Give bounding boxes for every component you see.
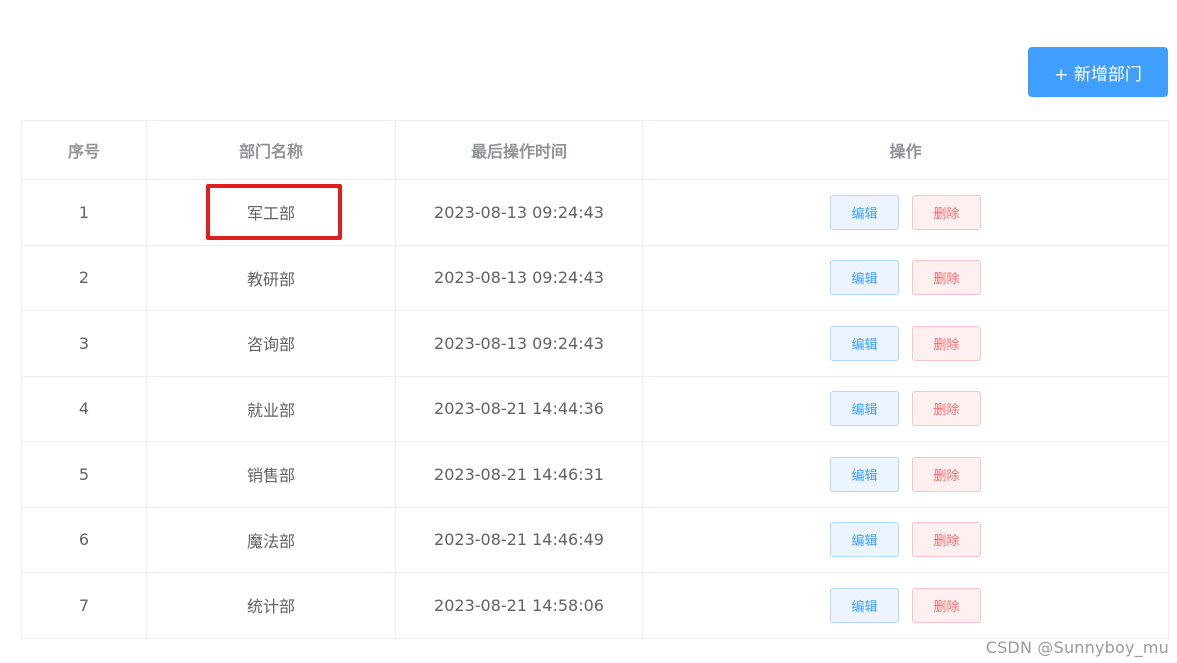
table-row: 5 销售部 2023-08-21 14:46:31 编辑 删除 — [21, 441, 1169, 508]
row-index: 1 — [21, 179, 147, 246]
actions-cell: 编辑 删除 — [642, 310, 1169, 377]
edit-button[interactable]: 编辑 — [830, 522, 899, 558]
department-name: 军工部 — [246, 204, 295, 224]
actions-cell: 编辑 删除 — [642, 441, 1169, 508]
last-operation-time: 2023-08-13 09:24:43 — [395, 244, 643, 311]
last-operation-time: 2023-08-13 09:24:43 — [395, 179, 643, 246]
last-operation-time: 2023-08-21 14:44:36 — [395, 375, 643, 442]
department-name: 教研部 — [146, 244, 396, 311]
column-header-index: 序号 — [21, 120, 147, 180]
last-operation-time: 2023-08-21 14:46:31 — [395, 441, 643, 508]
row-index: 2 — [21, 244, 147, 311]
edit-button[interactable]: 编辑 — [830, 194, 899, 230]
delete-button[interactable]: 删除 — [912, 456, 981, 492]
row-index: 5 — [21, 441, 147, 508]
actions-cell: 编辑 删除 — [642, 179, 1169, 246]
department-table: 序号 部门名称 最后操作时间 操作 1 军工部 2023-08-13 09:24… — [21, 120, 1169, 639]
csdn-watermark: CSDN @Sunnyboy_mu — [985, 638, 1169, 657]
delete-button[interactable]: 删除 — [912, 391, 981, 427]
column-header-actions: 操作 — [642, 120, 1169, 180]
department-name: 就业部 — [146, 375, 396, 442]
last-operation-time: 2023-08-13 09:24:43 — [395, 310, 643, 377]
table-row: 1 军工部 2023-08-13 09:24:43 编辑 删除 — [21, 179, 1169, 246]
delete-button[interactable]: 删除 — [912, 325, 981, 361]
delete-button[interactable]: 删除 — [912, 194, 981, 230]
row-index: 4 — [21, 375, 147, 442]
delete-button[interactable]: 删除 — [912, 260, 981, 296]
delete-button[interactable]: 删除 — [912, 587, 981, 623]
department-name: 销售部 — [146, 441, 396, 508]
actions-cell: 编辑 删除 — [642, 506, 1169, 573]
edit-button[interactable]: 编辑 — [830, 391, 899, 427]
last-operation-time: 2023-08-21 14:58:06 — [395, 572, 643, 639]
row-index: 3 — [21, 310, 147, 377]
edit-button[interactable]: 编辑 — [830, 456, 899, 492]
department-name: 咨询部 — [146, 310, 396, 377]
column-header-time: 最后操作时间 — [395, 120, 643, 180]
actions-cell: 编辑 删除 — [642, 375, 1169, 442]
table-header-row: 序号 部门名称 最后操作时间 操作 — [21, 120, 1169, 180]
table-row: 6 魔法部 2023-08-21 14:46:49 编辑 删除 — [21, 506, 1169, 573]
department-name-cell: 军工部 — [146, 179, 396, 246]
table-row: 3 咨询部 2023-08-13 09:24:43 编辑 删除 — [21, 310, 1169, 377]
edit-button[interactable]: 编辑 — [830, 587, 899, 623]
department-name: 统计部 — [146, 572, 396, 639]
edit-button[interactable]: 编辑 — [830, 325, 899, 361]
add-department-button[interactable]: + 新增部门 — [1028, 47, 1168, 97]
department-name: 魔法部 — [146, 506, 396, 573]
actions-cell: 编辑 删除 — [642, 244, 1169, 311]
table-row: 4 就业部 2023-08-21 14:44:36 编辑 删除 — [21, 375, 1169, 442]
row-index: 7 — [21, 572, 147, 639]
last-operation-time: 2023-08-21 14:46:49 — [395, 506, 643, 573]
table-row: 2 教研部 2023-08-13 09:24:43 编辑 删除 — [21, 244, 1169, 311]
edit-button[interactable]: 编辑 — [830, 260, 899, 296]
delete-button[interactable]: 删除 — [912, 522, 981, 558]
table-row: 7 统计部 2023-08-21 14:58:06 编辑 删除 — [21, 572, 1169, 639]
actions-cell: 编辑 删除 — [642, 572, 1169, 639]
column-header-name: 部门名称 — [146, 120, 396, 180]
row-index: 6 — [21, 506, 147, 573]
